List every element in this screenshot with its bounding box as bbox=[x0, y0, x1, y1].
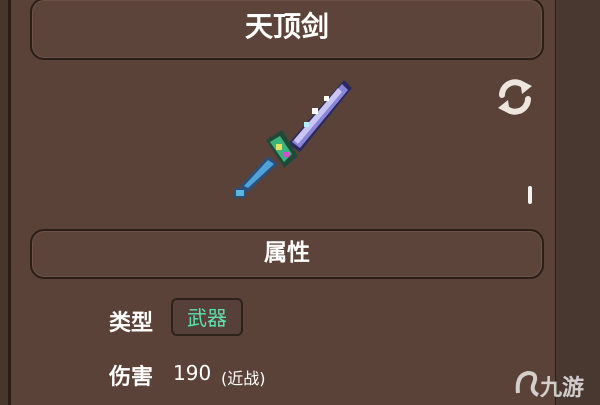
item-title: 天顶剑 bbox=[30, 0, 544, 60]
type-badge[interactable]: 武器 bbox=[171, 298, 243, 336]
damage-value: 190 bbox=[173, 361, 212, 385]
refresh-icon[interactable] bbox=[494, 76, 536, 118]
type-label: 类型 bbox=[109, 311, 154, 336]
side-strip bbox=[556, 0, 600, 405]
panel-left-border bbox=[8, 0, 11, 405]
damage-note: (近战) bbox=[221, 369, 266, 388]
watermark-text: 九游 bbox=[540, 376, 585, 401]
attributes-header: 属性 bbox=[30, 229, 544, 279]
damage-label: 伤害 bbox=[109, 365, 154, 390]
zenith-sword-icon bbox=[234, 80, 352, 198]
scroll-indicator[interactable] bbox=[527, 186, 533, 204]
